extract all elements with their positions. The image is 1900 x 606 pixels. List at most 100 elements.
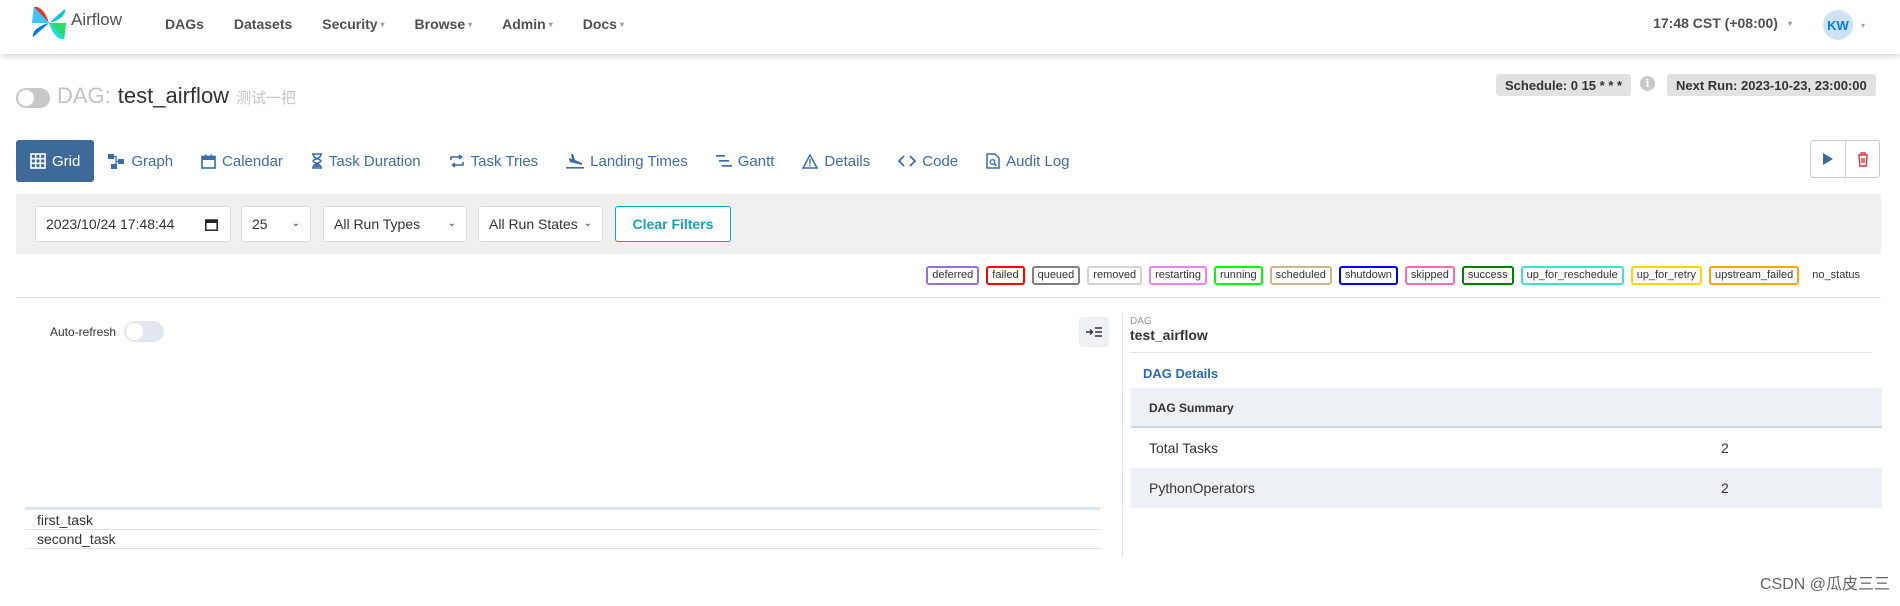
tab-landing-times[interactable]: Landing Times xyxy=(552,140,702,182)
tab-label: Task Tries xyxy=(470,152,539,170)
chevron-down-icon: ▾ xyxy=(468,19,473,29)
nav-datasets[interactable]: Datasets xyxy=(234,16,292,32)
summary-value: 2 xyxy=(1721,440,1729,456)
nav-browse[interactable]: Browse ▾ xyxy=(415,16,473,32)
dag-prefix: DAG: xyxy=(57,83,111,108)
nav-label: Security xyxy=(322,16,378,32)
summary-key: PythonOperators xyxy=(1149,480,1255,496)
info-icon[interactable]: i xyxy=(1640,76,1655,91)
tab-label: Graph xyxy=(131,152,174,170)
tab-grid[interactable]: Grid xyxy=(16,140,95,182)
tab-graph[interactable]: Graph xyxy=(94,140,187,182)
chevron-down-icon: ▾ xyxy=(548,19,553,29)
panel-divider xyxy=(1122,313,1123,558)
nav-security[interactable]: Security ▾ xyxy=(322,16,384,32)
clear-filters-button[interactable]: Clear Filters xyxy=(615,206,731,242)
trigger-dag-button[interactable] xyxy=(1811,141,1845,177)
legend-skipped[interactable]: skipped xyxy=(1404,266,1455,285)
tab-task-tries[interactable]: Task Tries xyxy=(435,140,553,182)
tab-label: Code xyxy=(922,152,959,170)
legend-shutdown[interactable]: shutdown xyxy=(1338,266,1398,285)
run-state-value: All Run States xyxy=(489,216,578,232)
tab-label: Audit Log xyxy=(1006,152,1070,170)
collapse-panel-icon xyxy=(1086,327,1102,337)
legend-up-for-reschedule[interactable]: up_for_reschedule xyxy=(1520,266,1624,285)
dag-description: 测试一把 xyxy=(236,90,297,107)
nav-label: Admin xyxy=(502,16,546,32)
chevron-down-icon: ⌄ xyxy=(447,218,456,229)
nav-label: DAGs xyxy=(165,16,204,32)
legend-up-for-retry[interactable]: up_for_retry xyxy=(1630,266,1703,285)
run-state-select[interactable]: All Run States ⌄ xyxy=(478,206,603,242)
tab-calendar[interactable]: Calendar xyxy=(187,140,297,182)
chevron-down-icon: ⌄ xyxy=(583,218,592,229)
legend-upstream-failed[interactable]: upstream_failed xyxy=(1709,266,1800,285)
num-runs-select[interactable]: 25 ⌄ xyxy=(241,206,311,242)
collapse-details-button[interactable] xyxy=(1079,317,1109,347)
run-type-select[interactable]: All Run Types ⌄ xyxy=(323,206,467,242)
tab-audit-log[interactable]: Audit Log xyxy=(972,140,1083,182)
tab-dag-details[interactable]: DAG Details xyxy=(1143,366,1218,381)
auto-refresh-toggle[interactable] xyxy=(124,321,164,342)
brand-name: Airflow xyxy=(71,10,123,29)
task-row-second-task[interactable]: second_task xyxy=(25,530,1100,549)
dag-id: test_airflow xyxy=(117,83,230,108)
legend-scheduled[interactable]: scheduled xyxy=(1269,266,1332,285)
legend-running[interactable]: running xyxy=(1213,266,1263,285)
auto-refresh-label: Auto-refresh xyxy=(50,325,117,339)
page-title: DAG: test_airflow 测试一把 xyxy=(57,83,296,109)
retry-icon xyxy=(449,154,464,168)
tab-label: Details xyxy=(824,152,871,170)
tab-gantt[interactable]: Gantt xyxy=(702,140,789,182)
delete-dag-button[interactable] xyxy=(1845,141,1879,177)
view-tabs: Grid Graph Calendar Task Duration Task T… xyxy=(16,140,1084,182)
task-row-first-task[interactable]: first_task xyxy=(25,511,1100,530)
base-date-input[interactable]: 2023/10/24 17:48:44 xyxy=(35,206,231,242)
user-menu[interactable]: KW ▾ xyxy=(1822,10,1865,40)
chevron-down-icon: ⌄ xyxy=(291,218,300,229)
num-runs-value: 25 xyxy=(252,216,268,232)
summary-row: Total Tasks 2 xyxy=(1131,428,1882,468)
legend-deferred[interactable]: deferred xyxy=(926,266,980,285)
tab-task-duration[interactable]: Task Duration xyxy=(297,140,435,182)
next-run-badge: Next Run: 2023-10-23, 23:00:00 xyxy=(1667,74,1876,96)
tab-details[interactable]: Details xyxy=(788,140,884,182)
legend-no-status[interactable]: no_status xyxy=(1806,266,1866,285)
watermark: CSDN @瓜皮三三 xyxy=(1759,576,1890,593)
trash-icon xyxy=(1857,151,1868,167)
gantt-icon xyxy=(715,155,732,167)
plane-landing-icon xyxy=(566,154,585,169)
tab-label: Gantt xyxy=(737,152,775,170)
filter-bar: 2023/10/24 17:48:44 25 ⌄ All Run Types ⌄… xyxy=(16,194,1881,254)
nav-label: Docs xyxy=(582,16,617,32)
legend-failed[interactable]: failed xyxy=(986,266,1025,285)
file-search-icon xyxy=(986,153,1000,169)
base-date-value: 2023/10/24 17:48:44 xyxy=(46,216,175,232)
timezone-dropdown[interactable]: 17:48 CST (+08:00) ▾ xyxy=(1653,15,1792,31)
current-time: 17:48 CST (+08:00) xyxy=(1653,15,1778,31)
run-type-value: All Run Types xyxy=(334,216,421,232)
breadcrumb-dag-link[interactable]: test_airflow xyxy=(1130,327,1208,343)
play-icon xyxy=(1823,153,1833,165)
legend-success[interactable]: success xyxy=(1461,266,1514,285)
tab-code[interactable]: Code xyxy=(884,140,972,182)
airflow-logo-link[interactable]: Airflow xyxy=(30,4,122,42)
chevron-down-icon: ▾ xyxy=(380,19,385,29)
legend-queued[interactable]: queued xyxy=(1031,266,1081,285)
divider xyxy=(16,297,1881,298)
calendar-icon xyxy=(205,219,218,231)
legend-restarting[interactable]: restarting xyxy=(1149,266,1207,285)
tab-label: Landing Times xyxy=(590,152,688,170)
legend-removed[interactable]: removed xyxy=(1087,266,1143,285)
dag-summary-header: DAG Summary xyxy=(1131,388,1882,428)
schedule-badge: Schedule: 0 15 * * * xyxy=(1496,74,1632,96)
nav-admin[interactable]: Admin ▾ xyxy=(502,16,553,32)
breadcrumb-label: DAG xyxy=(1130,316,1152,327)
nav-dags[interactable]: DAGs xyxy=(165,16,204,32)
calendar-icon xyxy=(201,154,216,169)
nav-docs[interactable]: Docs ▾ xyxy=(583,16,624,32)
summary-value: 2 xyxy=(1721,480,1729,496)
dag-pause-toggle[interactable] xyxy=(16,88,50,108)
grid-header-line xyxy=(25,507,1100,510)
divider xyxy=(1130,352,1872,353)
